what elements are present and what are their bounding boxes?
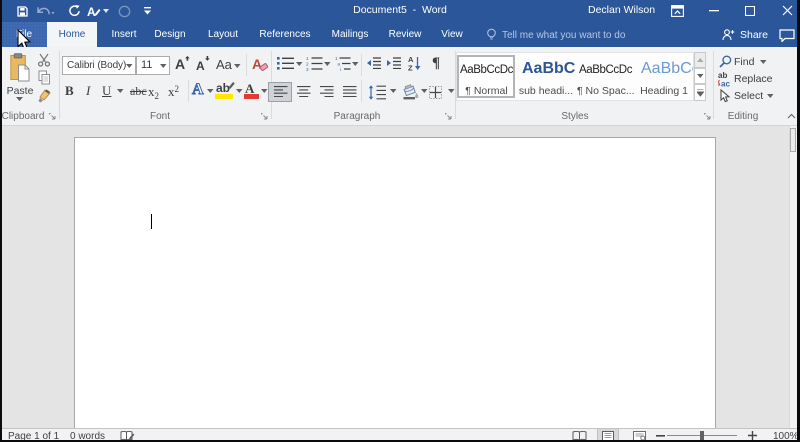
svg-text:2: 2 bbox=[306, 62, 309, 67]
svg-text:3: 3 bbox=[306, 67, 309, 71]
svg-text:i: i bbox=[340, 67, 341, 71]
svg-text:ac: ac bbox=[721, 80, 730, 88]
svg-text:1: 1 bbox=[335, 56, 338, 61]
svg-text:a: a bbox=[338, 62, 341, 67]
svg-text:Z: Z bbox=[408, 64, 413, 72]
svg-text:1: 1 bbox=[306, 56, 309, 61]
